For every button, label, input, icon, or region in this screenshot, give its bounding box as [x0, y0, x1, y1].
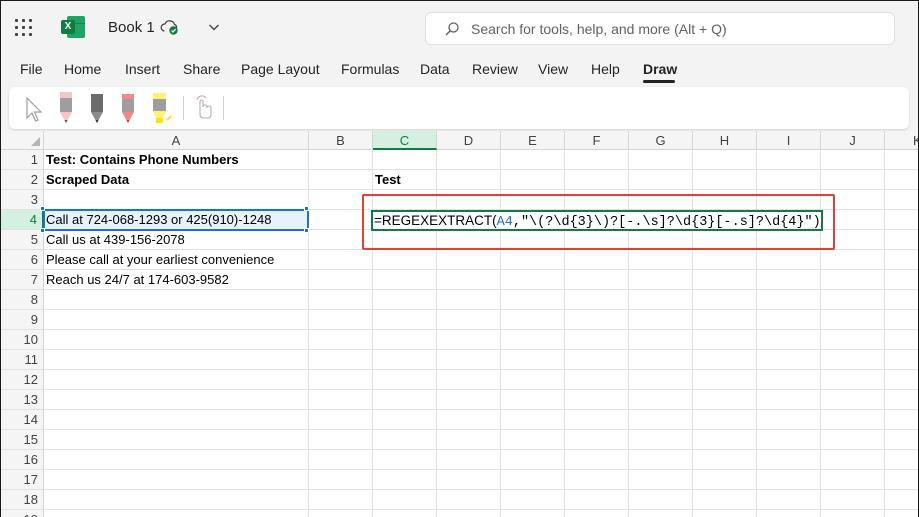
column-header-d[interactable]: D — [437, 131, 501, 150]
reference-cell-border — [43, 209, 309, 231]
spreadsheet-grid[interactable]: A B C D E F G H I J K 1 2 3 4 5 6 7 8 9 … — [1, 131, 918, 517]
grid-line — [44, 469, 918, 470]
pen-red-icon[interactable] — [118, 90, 138, 126]
column-header-b[interactable]: B — [309, 131, 373, 150]
cell-a1[interactable]: Test: Contains Phone Numbers — [44, 150, 239, 170]
ribbon-separator — [183, 96, 184, 120]
column-header-c[interactable]: C — [373, 131, 437, 150]
cell-a6[interactable]: Please call at your earliest convenience — [44, 250, 274, 270]
grid-line — [44, 329, 918, 330]
row-header-17[interactable]: 17 — [1, 470, 44, 490]
row-header-5[interactable]: 5 — [1, 230, 44, 250]
row-header-9[interactable]: 9 — [1, 310, 44, 330]
column-header-j[interactable]: J — [821, 131, 885, 150]
ribbon-area — [1, 83, 918, 131]
row-header-15[interactable]: 15 — [1, 430, 44, 450]
column-header-i[interactable]: I — [757, 131, 821, 150]
menu-draw[interactable]: Draw — [643, 61, 677, 77]
column-header-h[interactable]: H — [693, 131, 757, 150]
cell-a7[interactable]: Reach us 24/7 at 174-603-9582 — [44, 270, 229, 290]
pencil-gray-icon[interactable] — [87, 90, 107, 126]
select-all-corner[interactable] — [1, 131, 44, 150]
selection-handle[interactable] — [40, 228, 45, 233]
menu-formulas[interactable]: Formulas — [341, 61, 399, 77]
title-bar: X Book 1 Search for tools, help, and mor… — [1, 1, 918, 55]
grid-line — [44, 369, 918, 370]
menu-insert[interactable]: Insert — [125, 61, 160, 77]
menu-file[interactable]: File — [20, 61, 43, 77]
menu-data[interactable]: Data — [420, 61, 450, 77]
grid-line — [44, 309, 918, 310]
search-placeholder: Search for tools, help, and more (Alt + … — [471, 21, 727, 37]
menu-view[interactable]: View — [538, 61, 568, 77]
row-header-19[interactable]: 19 — [1, 510, 44, 517]
row-header-3[interactable]: 3 — [1, 190, 44, 210]
search-icon — [445, 22, 459, 36]
row-header-1[interactable]: 1 — [1, 150, 44, 170]
workbook-title[interactable]: Book 1 — [108, 19, 155, 36]
highlighter-yellow-icon[interactable] — [149, 90, 173, 126]
cell-c2[interactable]: Test — [373, 170, 401, 190]
menu-page-layout[interactable]: Page Layout — [241, 61, 320, 77]
row-header-7[interactable]: 7 — [1, 270, 44, 290]
row-header-8[interactable]: 8 — [1, 290, 44, 310]
menu-help[interactable]: Help — [591, 61, 620, 77]
pencil-pink-icon[interactable] — [56, 90, 76, 126]
row-header-2[interactable]: 2 — [1, 170, 44, 190]
menu-share[interactable]: Share — [183, 61, 220, 77]
menu-home[interactable]: Home — [64, 61, 101, 77]
row-header-12[interactable]: 12 — [1, 370, 44, 390]
chevron-down-icon[interactable] — [208, 22, 220, 32]
row-header-10[interactable]: 10 — [1, 330, 44, 350]
selection-handle[interactable] — [40, 206, 45, 211]
grid-line — [44, 409, 918, 410]
app-launcher-icon[interactable] — [15, 19, 33, 37]
selection-handle[interactable] — [304, 228, 309, 233]
menu-review[interactable]: Review — [472, 61, 518, 77]
cell-a5[interactable]: Call us at 439-156-2078 — [44, 230, 185, 250]
touch-draw-icon[interactable] — [192, 90, 214, 126]
cloud-saved-icon[interactable] — [160, 18, 180, 36]
menu-bar: File Home Insert Share Page Layout Formu… — [1, 55, 918, 83]
selection-handle[interactable] — [304, 206, 309, 211]
row-header-4[interactable]: 4 — [1, 210, 44, 230]
row-header-6[interactable]: 6 — [1, 250, 44, 270]
column-header-g[interactable]: G — [629, 131, 693, 150]
grid-line — [44, 389, 918, 390]
column-header-k[interactable]: K — [885, 131, 918, 150]
grid-line — [44, 349, 918, 350]
grid-line — [44, 489, 918, 490]
excel-logo-icon: X — [61, 16, 85, 38]
grid-line — [44, 429, 918, 430]
column-header-a[interactable]: A — [44, 131, 309, 150]
row-header-14[interactable]: 14 — [1, 410, 44, 430]
row-header-18[interactable]: 18 — [1, 490, 44, 510]
grid-line — [44, 509, 918, 510]
select-arrow-icon[interactable] — [23, 90, 43, 126]
grid-line — [44, 449, 918, 450]
draw-ribbon — [9, 87, 909, 129]
grid-line — [44, 189, 918, 190]
row-header-13[interactable]: 13 — [1, 390, 44, 410]
column-header-e[interactable]: E — [501, 131, 565, 150]
row-header-16[interactable]: 16 — [1, 450, 44, 470]
search-box[interactable]: Search for tools, help, and more (Alt + … — [425, 12, 895, 45]
grid-line — [884, 150, 885, 517]
ribbon-separator — [223, 96, 224, 120]
column-header-f[interactable]: F — [565, 131, 629, 150]
annotation-highlight-box — [362, 194, 835, 250]
row-header-11[interactable]: 11 — [1, 350, 44, 370]
cell-a2[interactable]: Scraped Data — [44, 170, 129, 190]
